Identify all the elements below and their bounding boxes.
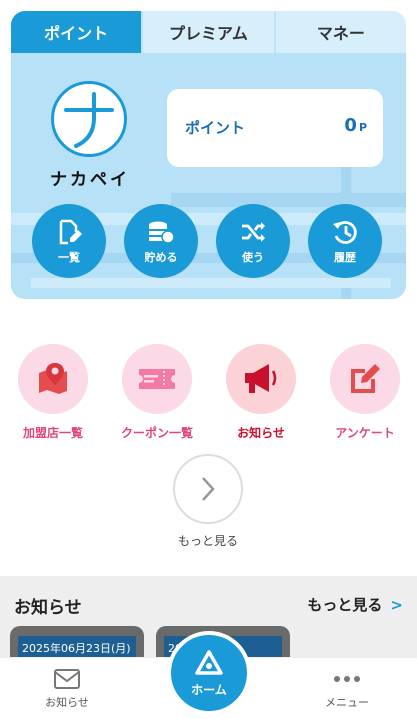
ticket-icon [139,369,175,389]
wallet-card: ポイント プレミアム マネー ナカペイ ポイント 0P 一覧 貯める 使う 履歴 [11,11,406,299]
news-section-title: お知らせ [14,598,82,618]
tab-money[interactable]: マネー [273,11,406,53]
use-button[interactable]: 使う [216,204,290,278]
history-icon [333,220,357,244]
nakapay-logo-mark [64,92,114,148]
shortcut-notices[interactable]: お知らせ [209,344,313,441]
nav-notices[interactable]: お知らせ [12,658,122,719]
point-balance-unit: P [358,121,367,134]
nav-notices-label: お知らせ [45,696,89,709]
tab-point[interactable]: ポイント [11,11,142,53]
action-buttons: 一覧 貯める 使う 履歴 [11,204,406,296]
list-button-label: 一覧 [58,250,80,264]
chevron-right-icon: > [390,595,403,614]
nav-home-label: ホーム [191,682,227,697]
wallet-tabs: ポイント プレミアム マネー [11,11,406,53]
news-more-label: もっと見る [307,596,383,614]
point-balance-box: ポイント 0P [167,89,383,167]
list-button[interactable]: 一覧 [32,204,106,278]
map-pin-icon [39,363,67,394]
map-pin-icon-circle [18,344,88,414]
nav-home-button[interactable]: ホーム [167,631,251,715]
nakapay-logo [51,81,127,157]
nav-menu[interactable]: メニュー [292,658,402,719]
mail-icon [54,669,80,689]
shortcut-merchant-list[interactable]: 加盟店一覧 [1,344,105,441]
edit-square-icon [351,364,380,393]
nav-menu-label: メニュー [325,696,369,709]
shortcut-survey[interactable]: アンケート [313,344,417,441]
earn-button[interactable]: 貯める [124,204,198,278]
shuffle-icon [242,221,265,242]
megaphone-icon-circle [226,344,296,414]
chevron-right-icon [202,477,215,501]
more-shortcuts-button[interactable] [173,454,243,524]
shortcut-menu: 加盟店一覧 クーポン一覧 お知らせ アンケート [0,344,417,444]
ticket-icon-circle [122,344,192,414]
news-more-link[interactable]: もっと見る > [307,594,403,615]
brand-name: ナカペイ [50,170,130,190]
point-balance-value: 0P [344,115,367,136]
shortcut-coupon-list[interactable]: クーポン一覧 [105,344,209,441]
more-dots-icon [334,676,360,682]
coin-stack-icon [149,221,175,244]
megaphone-icon [245,364,277,393]
tab-premium[interactable]: プレミアム [141,11,274,53]
use-button-label: 使う [242,250,264,264]
more-shortcuts-label: もっと見る [177,534,238,548]
point-balance-label: ポイント [185,119,246,137]
point-balance-number: 0 [344,115,357,136]
shortcut-coupon-list-label: クーポン一覧 [120,426,193,440]
wallet-card-body: ナカペイ ポイント 0P 一覧 貯める 使う 履歴 [11,53,406,299]
history-button[interactable]: 履歴 [308,204,382,278]
edit-square-icon-circle [330,344,400,414]
earn-button-label: 貯める [144,250,178,264]
document-edit-icon [59,219,82,244]
shortcut-merchant-list-label: 加盟店一覧 [22,426,83,440]
shortcut-survey-label: アンケート [335,426,395,440]
home-icon [195,649,223,675]
app-screen: ポイント プレミアム マネー ナカペイ ポイント 0P 一覧 貯める 使う 履歴… [0,0,417,719]
shortcut-notices-label: お知らせ [237,426,285,440]
history-button-label: 履歴 [334,250,356,264]
